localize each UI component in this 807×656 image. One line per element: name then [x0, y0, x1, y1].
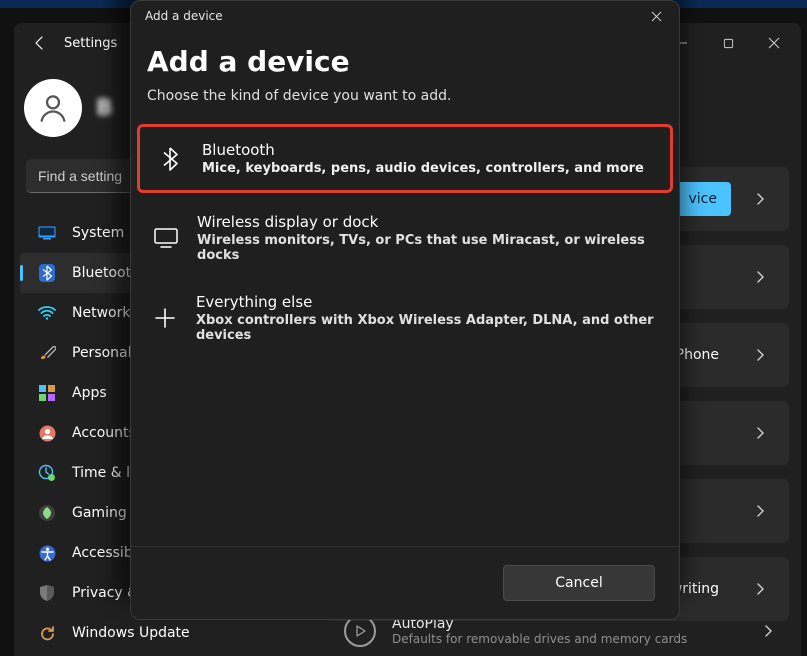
gaming-icon	[38, 504, 56, 522]
dialog-close-button[interactable]	[639, 1, 673, 31]
dialog-heading: Add a device	[147, 45, 663, 78]
cancel-button[interactable]: Cancel	[503, 565, 655, 601]
clock-globe-icon	[38, 464, 56, 482]
bluetooth-icon	[38, 264, 56, 282]
dialog-titlebar-text: Add a device	[145, 9, 223, 23]
chevron-right-icon	[743, 260, 777, 294]
close-button[interactable]	[751, 23, 797, 63]
window-title: Settings	[64, 36, 117, 51]
apps-icon	[38, 384, 56, 402]
dialog-titlebar: Add a device	[131, 1, 679, 31]
option-text: Wireless display or dock Wireless monito…	[197, 213, 657, 263]
cancel-label: Cancel	[555, 575, 602, 591]
option-title: Bluetooth	[202, 141, 644, 159]
option-everything-else[interactable]: Everything else Xbox controllers with Xb…	[137, 279, 673, 357]
system-icon	[38, 224, 56, 242]
add-device-dialog: Add a device Add a device Choose the kin…	[130, 0, 680, 620]
display-icon	[153, 228, 179, 248]
option-wireless-display[interactable]: Wireless display or dock Wireless monito…	[137, 199, 673, 277]
accounts-icon	[38, 424, 56, 442]
maximize-button[interactable]	[705, 23, 751, 63]
chevron-right-icon	[743, 338, 777, 372]
bluetooth-icon	[156, 147, 184, 171]
plus-icon	[153, 307, 178, 329]
chevron-right-icon	[743, 572, 777, 606]
chevron-right-icon	[751, 614, 785, 648]
brush-icon	[38, 344, 56, 362]
option-desc: Mice, keyboards, pens, audio devices, co…	[202, 161, 644, 176]
avatar	[24, 79, 82, 137]
option-desc: Xbox controllers with Xbox Wireless Adap…	[196, 313, 657, 343]
chevron-right-icon	[743, 494, 777, 528]
autoplay-text: AutoPlay Defaults for removable drives a…	[392, 616, 687, 646]
back-button[interactable]	[22, 25, 58, 61]
option-title: Everything else	[196, 293, 657, 311]
profile-name: B	[96, 96, 114, 121]
add-device-pill-label: vice	[689, 191, 718, 207]
option-bluetooth[interactable]: Bluetooth Mice, keyboards, pens, audio d…	[137, 124, 673, 193]
option-text: Bluetooth Mice, keyboards, pens, audio d…	[202, 141, 644, 176]
chevron-right-icon	[743, 182, 777, 216]
sidebar-item-label: Windows Update	[72, 625, 190, 641]
wifi-icon	[38, 304, 56, 322]
dialog-body: Add a device Choose the kind of device y…	[131, 31, 679, 546]
option-title: Wireless display or dock	[197, 213, 657, 231]
shield-icon	[38, 584, 56, 602]
accessibility-icon	[38, 544, 56, 562]
option-text: Everything else Xbox controllers with Xb…	[196, 293, 657, 343]
update-icon	[38, 624, 56, 642]
sidebar-item-label: Apps	[72, 385, 107, 401]
autoplay-sub: Defaults for removable drives and memory…	[392, 632, 687, 646]
dialog-subtitle: Choose the kind of device you want to ad…	[147, 88, 663, 104]
chevron-right-icon	[743, 416, 777, 450]
dialog-footer: Cancel	[131, 546, 679, 619]
option-desc: Wireless monitors, TVs, or PCs that use …	[197, 233, 657, 263]
